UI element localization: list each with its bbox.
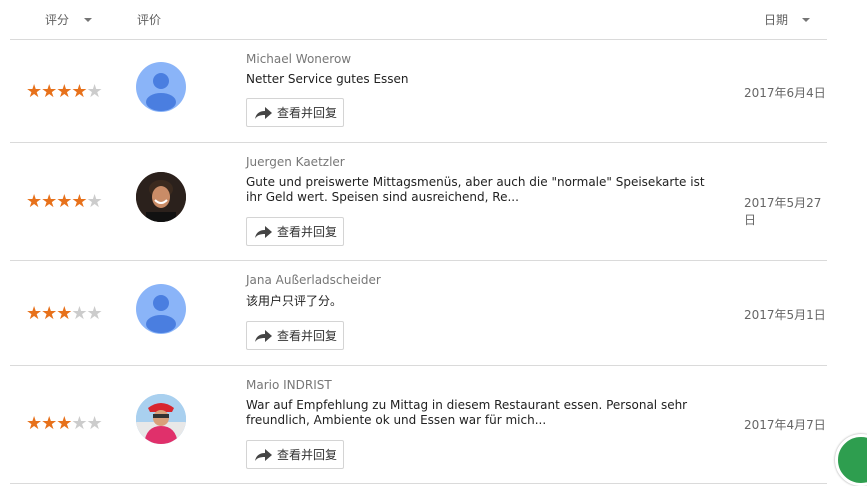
filled-stars: ★★★★ (26, 191, 88, 212)
user-avatar-photo[interactable] (136, 394, 186, 444)
star-rating: ★★★★★ (26, 191, 103, 212)
reply-arrow-icon (255, 329, 272, 342)
view-and-reply-button[interactable]: 查看并回复 (246, 98, 344, 127)
star-rating: ★★★★★ (26, 303, 103, 324)
view-and-reply-button[interactable]: 查看并回复 (246, 217, 344, 246)
review-row: ★★★★★ Mario INDRIST War auf Empfehlung z… (10, 366, 827, 484)
reviews-table-header: 评分 评价 日期 (10, 0, 827, 40)
filled-stars: ★★★ (26, 303, 72, 324)
sort-by-rating-header[interactable]: 评分 (45, 11, 93, 28)
review-column-label: 评价 (137, 13, 162, 27)
rating-column-label: 评分 (45, 13, 70, 27)
sort-arrow-down-icon (84, 17, 93, 22)
empty-stars: ★ (86, 81, 103, 102)
review-text: 该用户只评了分。 (246, 294, 343, 308)
star-rating: ★★★★★ (26, 413, 103, 434)
user-avatar-default-icon[interactable] (136, 284, 186, 334)
review-date: 2017年4月7日 (744, 418, 826, 432)
floating-action-badge[interactable] (835, 434, 867, 486)
star-rating: ★★★★★ (26, 81, 103, 102)
review-author[interactable]: Michael Wonerow (246, 52, 351, 66)
reply-arrow-icon (255, 448, 272, 461)
review-author[interactable]: Jana Außerladscheider (246, 273, 381, 287)
reply-button-label: 查看并回复 (277, 329, 338, 343)
view-and-reply-button[interactable]: 查看并回复 (246, 321, 344, 350)
review-author[interactable]: Juergen Kaetzler (246, 155, 345, 169)
filled-stars: ★★★ (26, 413, 72, 434)
review-text: Netter Service gutes Essen (246, 72, 409, 86)
sort-arrow-down-icon (802, 17, 811, 22)
reviews-page: 评分 评价 日期 ★★★★★ Michael Wonerow Netter Se… (0, 0, 867, 486)
review-author[interactable]: Mario INDRIST (246, 378, 332, 392)
user-avatar-photo[interactable] (136, 172, 186, 222)
review-date: 2017年5月1日 (744, 308, 826, 322)
reply-button-label: 查看并回复 (277, 106, 338, 120)
reply-arrow-icon (255, 225, 272, 238)
empty-stars: ★★ (71, 413, 102, 434)
review-row: ★★★★★ Jana Außerladscheider 该用户只评了分。 查看并… (10, 261, 827, 366)
view-and-reply-button[interactable]: 查看并回复 (246, 440, 344, 469)
review-text: Gute und preiswerte Mittagsmenüs, aber a… (246, 175, 705, 204)
empty-stars: ★★ (71, 303, 102, 324)
empty-stars: ★ (86, 191, 103, 212)
reply-button-label: 查看并回复 (277, 448, 338, 462)
date-column-label: 日期 (764, 13, 789, 27)
reply-arrow-icon (255, 106, 272, 119)
review-row: ★★★★★ Michael Wonerow Netter Service gut… (10, 40, 827, 143)
sort-by-date-header[interactable]: 日期 (764, 11, 811, 28)
review-text: War auf Empfehlung zu Mittag in diesem R… (246, 398, 688, 427)
review-row: ★★★★★ Juergen Kaetzler Gute und preiswer… (10, 143, 827, 261)
review-date: 2017年5月27日 (744, 196, 822, 227)
review-date: 2017年6月4日 (744, 86, 826, 100)
filled-stars: ★★★★ (26, 81, 88, 102)
reply-button-label: 查看并回复 (277, 225, 338, 239)
user-avatar-default-icon[interactable] (136, 62, 186, 112)
